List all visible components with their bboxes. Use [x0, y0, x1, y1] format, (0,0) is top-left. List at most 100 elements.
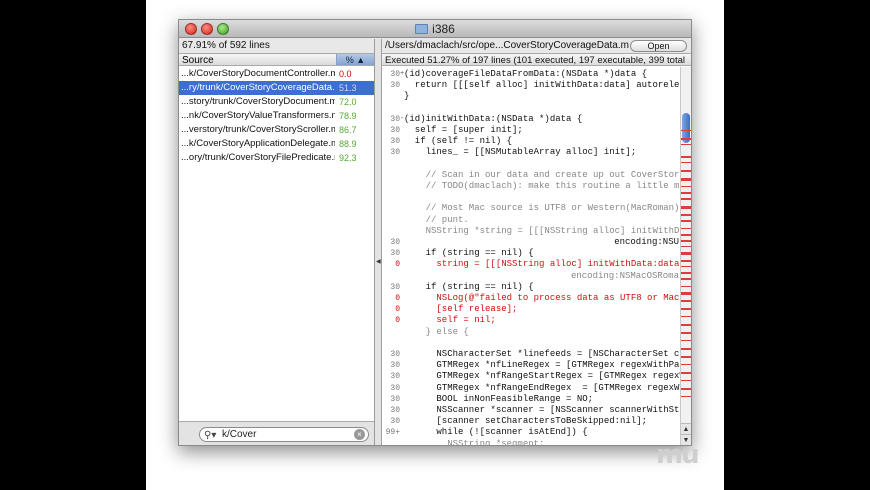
code-view[interactable]: 30 + (id)coverageFileDataFromData:(NSData …	[382, 67, 691, 445]
file-coverage-percent: 92.3	[339, 153, 357, 163]
code-line: 30 NSScanner *scanner = [NSScanner scann…	[382, 405, 691, 416]
file-row[interactable]: ...nk/CoverStoryValueTransformers.m 78.9	[179, 109, 374, 123]
code-text: (id)coverageFileDataFromData:(NSData *)d…	[404, 69, 648, 79]
hit-count: 30	[390, 148, 400, 158]
title-bar[interactable]: i386	[179, 20, 691, 38]
pane-splitter[interactable]: ◀	[375, 39, 382, 445]
code-text: if (self != nil) {	[404, 136, 513, 147]
uncovered-line-marker	[681, 156, 691, 158]
open-button[interactable]: Open	[630, 40, 687, 52]
code-text-continuation: encoding:NSU	[614, 237, 679, 247]
file-coverage-percent: 86.7	[339, 125, 357, 135]
code-text-continuation: encoding:NSMacOSRoma	[570, 270, 679, 281]
file-name: ...story/trunk/CoverStoryDocument.m	[181, 96, 335, 107]
code-pane: /Users/dmaclach/src/ope...CoverStoryCove…	[382, 39, 691, 445]
uncovered-line-marker	[681, 234, 691, 236]
hit-count: 30	[390, 137, 400, 147]
file-name: ...k/CoverStoryDocumentController.m	[181, 68, 335, 79]
coverstory-window: i386 67.91% of 592 lines Source % ▲ ...k…	[178, 19, 692, 446]
code-line: 30 + (id)coverageFileDataFromData:(NSData …	[382, 69, 679, 80]
path-bar: /Users/dmaclach/src/ope...CoverStoryCove…	[382, 39, 691, 53]
code-line: 30 encoding:NSU	[382, 237, 679, 248]
file-name: ...verstory/trunk/CoverStoryScroller.m	[181, 124, 335, 135]
uncovered-line-marker	[681, 356, 691, 358]
file-row[interactable]: ...k/CoverStoryDocumentController.m 0.0	[179, 67, 374, 81]
file-row[interactable]: ...ry/trunk/CoverStoryCoverageData.m 51.3	[179, 81, 374, 95]
code-line: NSString *segment;	[382, 439, 679, 445]
percent-column-header[interactable]: % ▲	[336, 54, 374, 65]
search-icon[interactable]: ⚲▾	[204, 429, 216, 442]
search-input[interactable]: k/Cover	[222, 428, 256, 441]
uncovered-line-marker	[681, 396, 691, 397]
uncovered-line-marker	[681, 332, 691, 334]
hit-count: 30	[390, 126, 400, 135]
uncovered-line-marker	[681, 266, 691, 267]
code-line: 30 if (self != nil) {	[382, 136, 679, 147]
file-name: ...ory/trunk/CoverStoryFilePredicate.m	[181, 152, 335, 163]
uncovered-line-marker	[681, 144, 691, 145]
source-list-header: Source % ▲	[179, 53, 374, 66]
code-line: 30 self = [super init];	[382, 125, 679, 136]
coverage-scrollbar[interactable]: ▲ ▼	[680, 67, 691, 445]
code-text: GTMRegex *nfLineRegex = [GTMRegex regexW…	[404, 360, 691, 371]
hit-count: 30	[390, 406, 400, 415]
hit-count: 30	[390, 417, 400, 427]
code-line: 0 self = nil;	[382, 315, 679, 326]
uncovered-line-marker	[681, 300, 691, 302]
scroll-up-icon[interactable]: ▲	[681, 423, 691, 434]
source-column-header[interactable]: Source	[182, 54, 214, 67]
code-text: while (![scanner isAtEnd]) {	[404, 427, 588, 438]
hit-count: 30	[390, 81, 400, 91]
code-line: } else {	[382, 327, 679, 338]
file-row[interactable]: ...verstory/trunk/CoverStoryScroller.m 86…	[179, 123, 374, 137]
code-line: }	[382, 91, 679, 102]
splitter-handle-icon[interactable]: ◀	[376, 258, 381, 265]
file-row[interactable]: ...story/trunk/CoverStoryDocument.m 72.0	[179, 95, 374, 109]
hit-count: 99+	[385, 428, 400, 438]
code-line: 0 string = [[[NSString alloc] initWithDa…	[382, 259, 679, 270]
file-row[interactable]: ...k/CoverStoryApplicationDelegate.m 88.9	[179, 137, 374, 151]
code-line: 30 NSCharacterSet *linefeeds = [NSCharac…	[382, 349, 691, 360]
search-field[interactable]: ⚲▾ k/Cover ×	[199, 427, 369, 442]
search-bar: ⚲▾ k/Cover ×	[179, 421, 374, 445]
window-title-text: i386	[432, 22, 455, 36]
file-coverage-percent: 88.9	[339, 139, 357, 149]
hit-count: 30	[390, 383, 400, 393]
uncovered-line-marker	[681, 340, 691, 341]
code-text: self = nil;	[404, 315, 496, 326]
code-line: 30 GTMRegex *nfLineRegex = [GTMRegex reg…	[382, 360, 691, 371]
code-line: 99+ while (![scanner isAtEnd]) {	[382, 427, 679, 438]
code-text: // TODO(dmaclach): make this routine a l…	[404, 181, 691, 191]
code-text: GTMRegex *nfRangeEndRegex = [GTMRegex re…	[404, 382, 691, 393]
hit-count: 30	[390, 394, 400, 404]
code-text: NSScanner *scanner = [NSScanner scannerW…	[404, 405, 691, 415]
file-coverage-percent: 72.0	[339, 97, 357, 107]
watermark-logo: mu	[656, 440, 700, 470]
uncovered-line-marker	[681, 130, 691, 131]
file-row[interactable]: ...ory/trunk/CoverStoryFilePredicate.m 92…	[179, 151, 374, 165]
clear-search-icon[interactable]: ×	[354, 429, 365, 440]
uncovered-line-marker	[681, 286, 691, 287]
code-text: lines_ = [[NSMutableArray alloc] init];	[404, 147, 637, 158]
code-text: [self release];	[404, 304, 518, 315]
code-line: 0 NSLog(@"failed to process data as UTF8…	[382, 293, 691, 304]
hit-count: 30	[390, 372, 400, 382]
code-text: // Most Mac source is UTF8 or Western(Ma…	[404, 203, 691, 214]
code-text: self = [super init];	[404, 125, 523, 135]
code-line: 30 if (string == nil) {	[382, 248, 679, 259]
code-line: 30 GTMRegex *nfRangeStartRegex = [GTMReg…	[382, 371, 691, 382]
hit-count: 0	[395, 294, 400, 303]
uncovered-line-marker	[681, 308, 691, 310]
code-line: 30 GTMRegex *nfRangeEndRegex = [GTMRegex…	[382, 383, 691, 394]
code-text: if (string == nil) {	[404, 281, 534, 292]
uncovered-line-marker	[681, 292, 691, 295]
code-text: if (string == nil) {	[404, 248, 534, 259]
code-line: 30 return [[[self alloc] initWithData:da…	[382, 80, 691, 91]
code-text: } else {	[404, 326, 469, 337]
code-text: NSString *string = [[[NSString alloc] in…	[404, 225, 691, 236]
uncovered-line-marker	[681, 198, 691, 200]
file-name: ...ry/trunk/CoverStoryCoverageData.m	[181, 82, 335, 93]
